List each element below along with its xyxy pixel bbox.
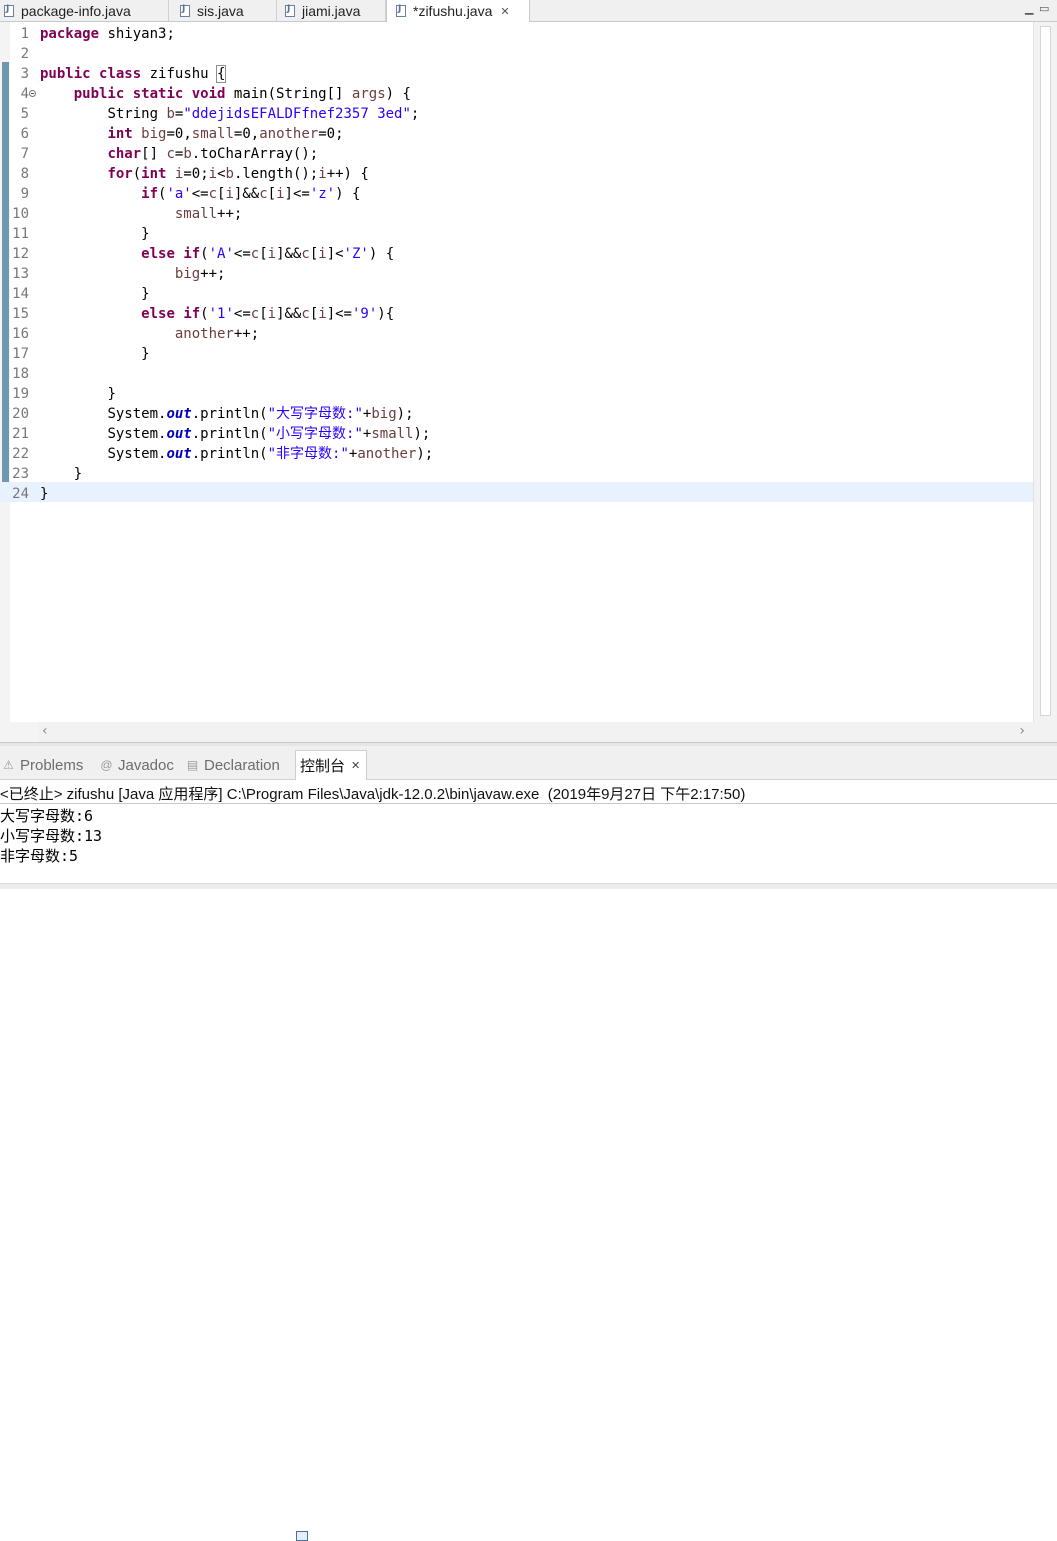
line-number: 11 — [12, 226, 29, 242]
editor-tab-bar: package-info.java sis.java jiami.java *z… — [0, 0, 1057, 22]
console-output-line: 非字母数:5 — [0, 847, 79, 865]
line-number: 12 — [12, 246, 29, 262]
code-editor[interactable]: 1 2 3 4 5 6 7 8 9 10 11 12 13 14 15 16 1… — [0, 22, 1033, 722]
java-file-icon — [285, 4, 295, 17]
minimize-icon[interactable]: ▁ — [1025, 2, 1033, 15]
current-line-highlight — [0, 482, 1033, 502]
line-number: 17 — [12, 346, 29, 362]
tab-label: Javadoc — [118, 756, 174, 774]
tab-label: 控制台 — [300, 758, 346, 775]
tab-sis[interactable]: sis.java — [169, 0, 277, 21]
java-file-icon — [396, 4, 406, 17]
console-output-line: 大写字母数:6 — [0, 807, 94, 825]
line-number: 18 — [12, 366, 29, 382]
line-number: 23 — [12, 466, 29, 482]
tab-label: Problems — [20, 756, 84, 774]
code-line: } — [141, 226, 150, 242]
tab-console[interactable]: 控制台 ✕ — [295, 750, 368, 1541]
matching-brace: { — [215, 65, 227, 83]
code-line: big++; — [174, 266, 226, 282]
tab-label: jiami.java — [302, 2, 361, 19]
line-number: 21 — [12, 426, 29, 442]
at-sign-icon: @ — [100, 758, 113, 772]
console-output-line: 小写字母数:13 — [0, 827, 103, 845]
line-number: 10 — [12, 206, 29, 222]
tab-problems[interactable]: ⚠ Problems — [2, 752, 83, 778]
line-number: 4 — [20, 86, 29, 102]
code-line: int big=0,small=0,another=0; — [107, 126, 344, 142]
line-number: 19 — [12, 386, 29, 402]
problems-icon: ⚠ — [3, 758, 14, 772]
scrollbar-corner — [1033, 722, 1057, 742]
tab-label: *zifushu.java — [413, 3, 493, 19]
line-number: 9 — [20, 186, 29, 202]
tab-declaration[interactable]: ▤ Declaration — [186, 752, 280, 778]
chevron-left-icon[interactable]: ‹ — [42, 723, 48, 739]
vertical-scrollbar[interactable] — [1033, 22, 1057, 722]
code-line: else if('A'<=c[i]&&c[i]<'Z') { — [141, 246, 395, 262]
code-line: public class zifushu { — [40, 65, 227, 83]
code-line: System.out.println("非字母数:"+another); — [107, 446, 434, 462]
code-line: } — [141, 286, 150, 302]
console-icon — [296, 1531, 308, 1541]
tab-zifushu[interactable]: *zifushu.java ✕ — [386, 0, 530, 22]
editor-window-controls: ▁ ▭ — [1021, 0, 1055, 21]
status-strip — [0, 883, 1057, 889]
tab-label: sis.java — [197, 2, 244, 19]
code-line: } — [141, 346, 150, 362]
code-line: String b="ddejidsEFALDFfnef2357 3ed"; — [107, 106, 420, 122]
line-number: 16 — [12, 326, 29, 342]
tab-jiami[interactable]: jiami.java — [277, 0, 386, 21]
maximize-icon[interactable]: ▭ — [1039, 2, 1049, 15]
tab-label: package-info.java — [21, 2, 131, 19]
code-line: package shiyan3; — [40, 26, 175, 42]
line-number: 3 — [20, 66, 29, 82]
code-line: else if('1'<=c[i]&&c[i]<='9'){ — [141, 306, 395, 322]
code-line: } — [107, 386, 116, 402]
scrollbar-thumb[interactable] — [1040, 26, 1051, 716]
line-number: 15 — [12, 306, 29, 322]
code-line: another++; — [174, 326, 260, 342]
ruler-footer — [0, 722, 38, 742]
console-view[interactable]: <已终止> zifushu [Java 应用程序] C:\Program Fil… — [0, 780, 1057, 884]
java-file-icon — [4, 4, 14, 17]
close-icon[interactable]: ✕ — [351, 759, 360, 772]
line-number: 13 — [12, 266, 29, 282]
tab-package-info[interactable]: package-info.java — [0, 0, 169, 21]
code-line: small++; — [174, 206, 243, 222]
line-number: 14 — [12, 286, 29, 302]
line-number: 6 — [20, 126, 29, 142]
close-icon[interactable]: ✕ — [500, 5, 509, 18]
code-line: for(int i=0;i<b.length();i++) { — [107, 166, 369, 182]
code-line: } — [73, 466, 83, 482]
line-number: 24 — [12, 486, 29, 502]
quick-diff-ruler — [0, 22, 10, 722]
code-line: if('a'<=c[i]&&c[i]<='z') { — [141, 186, 361, 202]
code-line: } — [40, 486, 49, 502]
code-line: char[] c=b.toCharArray(); — [107, 146, 319, 162]
tab-label: Declaration — [204, 756, 280, 774]
views-tab-bar: ⚠ Problems @ Javadoc ▤ Declaration 控制台 ✕ — [0, 746, 1057, 1541]
horizontal-scrollbar[interactable]: ‹ › — [38, 722, 1033, 742]
fold-toggle-icon[interactable] — [29, 90, 36, 97]
change-marker — [2, 62, 9, 502]
code-line: System.out.println("大写字母数:"+big); — [107, 406, 414, 422]
line-number: 1 — [20, 26, 29, 42]
console-header: <已终止> zifushu [Java 应用程序] C:\Program Fil… — [0, 786, 746, 803]
line-number: 8 — [20, 166, 29, 182]
code-line: System.out.println("小写字母数:"+small); — [107, 426, 431, 442]
line-number: 20 — [12, 406, 29, 422]
line-number: 2 — [20, 46, 29, 62]
divider — [0, 803, 1057, 804]
declaration-icon: ▤ — [186, 758, 199, 772]
line-number: 5 — [20, 106, 29, 122]
code-line: public static void main(String[] args) { — [73, 86, 411, 102]
line-number: 7 — [20, 146, 29, 162]
line-number: 22 — [12, 446, 29, 462]
chevron-right-icon[interactable]: › — [1019, 723, 1025, 739]
tab-javadoc[interactable]: @ Javadoc — [100, 752, 174, 778]
java-file-icon — [180, 4, 190, 17]
